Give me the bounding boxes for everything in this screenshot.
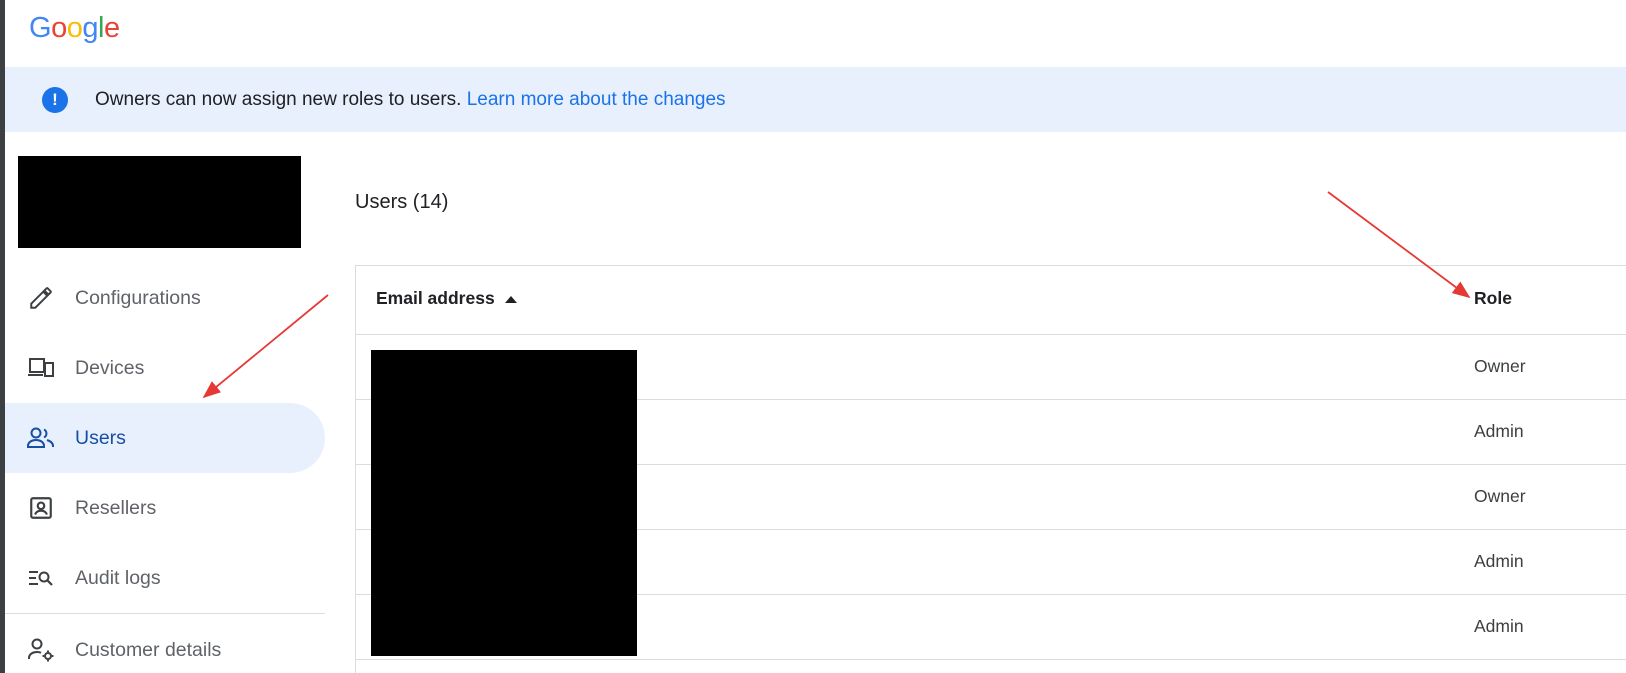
sidebar-item-label: Customer details — [75, 638, 222, 661]
role-cell: Owner — [1474, 356, 1526, 376]
sidebar-item-devices[interactable]: Devices — [5, 333, 325, 403]
column-header-email[interactable]: Email address — [376, 288, 495, 309]
sidebar-item-label: Users — [75, 426, 126, 449]
sidebar-item-resellers[interactable]: Resellers — [5, 473, 325, 543]
logo-letter: o — [66, 12, 83, 44]
info-icon: ! — [42, 87, 68, 113]
logo-letter: e — [103, 12, 120, 44]
redacted-email-addresses — [371, 350, 637, 656]
role-cell: Owner — [1474, 486, 1526, 506]
role-cell: Admin — [1474, 616, 1524, 636]
audit-search-icon — [26, 563, 56, 593]
role-cell: Admin — [1474, 551, 1524, 571]
role-cell: Admin — [1474, 421, 1524, 441]
redacted-customer-logo — [18, 156, 301, 248]
google-logo[interactable]: Google — [29, 12, 120, 45]
info-banner: ! Owners can now assign new roles to use… — [5, 67, 1626, 132]
column-header-role[interactable]: Role — [1474, 288, 1512, 309]
sidebar-item-customer-details[interactable]: Customer details — [5, 615, 325, 673]
logo-letter: g — [82, 12, 98, 44]
logo-letter: o — [51, 12, 67, 44]
devices-icon — [26, 353, 56, 383]
sidebar-item-label: Configurations — [75, 286, 201, 309]
sidebar-item-audit-logs[interactable]: Audit logs — [5, 543, 325, 613]
learn-more-link[interactable]: Learn more about the changes — [467, 89, 726, 110]
page-title: Users (14) — [355, 191, 449, 213]
sidebar-item-label: Devices — [75, 356, 145, 379]
banner-text: Owners can now assign new roles to users… — [95, 89, 467, 110]
sidebar-item-label: Resellers — [75, 496, 157, 519]
sort-ascending-icon[interactable] — [505, 296, 517, 303]
customer-settings-icon — [26, 635, 56, 665]
pencil-icon — [26, 283, 56, 313]
sidebar-item-users[interactable]: Users — [5, 403, 325, 473]
banner-message: Owners can now assign new roles to users… — [95, 89, 726, 111]
users-icon — [26, 423, 56, 453]
sidebar-item-configurations[interactable]: Configurations — [5, 263, 325, 333]
sidebar-divider — [5, 613, 325, 614]
sidebar-item-label: Audit logs — [75, 566, 161, 589]
logo-letter: G — [29, 12, 52, 44]
reseller-badge-icon — [26, 493, 56, 523]
